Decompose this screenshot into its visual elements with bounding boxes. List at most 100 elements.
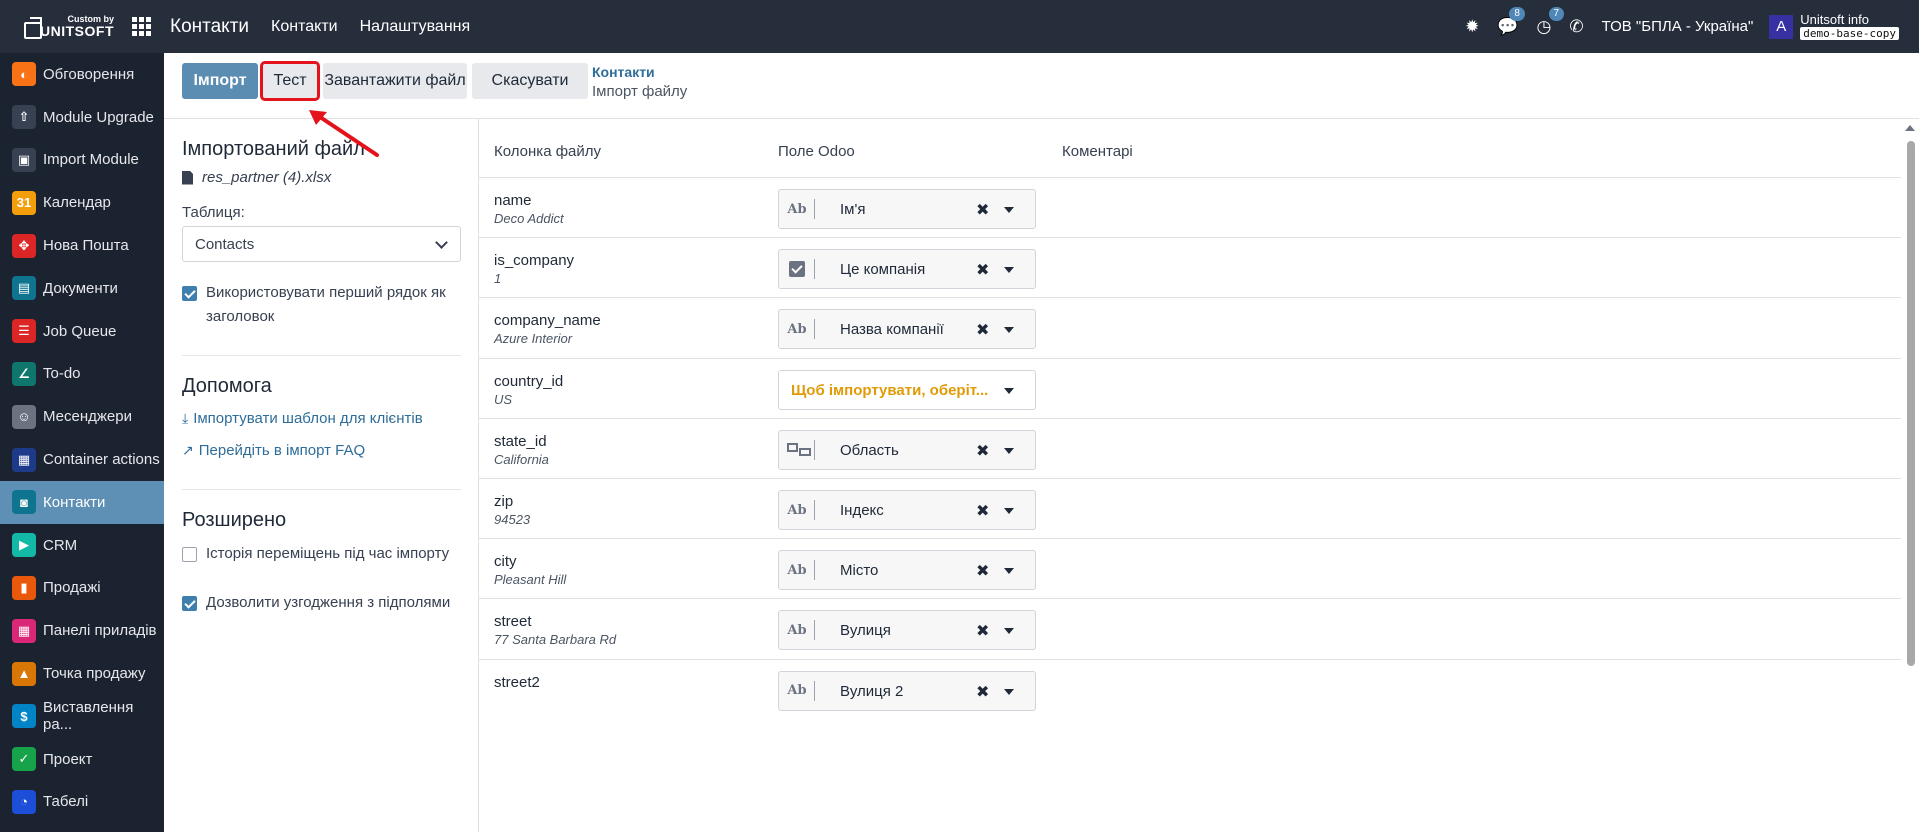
table-select[interactable]: Contacts (182, 226, 461, 262)
company-switcher[interactable]: ТОВ "БПЛА - Україна" (1602, 18, 1754, 35)
allow-matching-option[interactable]: Дозволити узгодження з підполями (182, 591, 462, 615)
sidebar-item-label: Панелі приладів (43, 622, 157, 640)
breadcrumb-current: Імпорт файлу (592, 83, 688, 100)
table-row: city Pleasant Hill Ab Місто ✖ (479, 538, 1901, 598)
todo-icon: ∠ (12, 361, 36, 386)
first-row-header-option[interactable]: Використовувати перший рядок як заголово… (182, 281, 462, 329)
scrollbar-thumb[interactable] (1907, 141, 1915, 666)
sidebar-item[interactable]: ◐ Обговорення (0, 53, 164, 96)
menu-contacts[interactable]: Контакти (271, 18, 338, 36)
import-faq-label: Перейдіть в імпорт FAQ (198, 442, 366, 459)
odoo-field-select[interactable]: Щоб імпортувати, оберіт... (778, 369, 1036, 410)
dropdown-caret-icon[interactable] (1004, 568, 1014, 575)
sidebar-item[interactable]: ✥ Нова Пошта (0, 224, 164, 267)
clear-icon[interactable]: ✖ (976, 260, 989, 280)
sidebar-item[interactable]: ☰ Job Queue (0, 310, 164, 353)
odoo-field-select[interactable]: Ab Ім'я ✖ (778, 189, 1036, 229)
field-value: Вулиця (840, 622, 891, 640)
dropdown-caret-icon[interactable] (1004, 508, 1014, 514)
sidebar-item[interactable]: ☺ Месенджери (0, 395, 164, 438)
table-row: street2 Ab Вулиця 2 ✖ (479, 658, 1901, 719)
activities-icon[interactable]: ◷ 7 (1537, 6, 1565, 37)
dropdown-caret-icon[interactable] (1004, 447, 1014, 454)
dropdown-caret-icon[interactable] (1004, 387, 1014, 394)
sidebar-item[interactable]: ▤ Документи (0, 267, 164, 310)
dropdown-caret-icon[interactable] (1004, 207, 1014, 213)
sidebar-item[interactable]: ▣ Import Module (0, 139, 164, 182)
project-icon: ✓ (12, 747, 36, 772)
user-menu[interactable]: Unitsoft info demo-base-copy (1800, 13, 1899, 41)
odoo-field-select[interactable]: Ab Індекс ✖ (778, 490, 1036, 530)
apps-grid-icon[interactable] (132, 16, 152, 37)
menu-settings[interactable]: Налаштування (360, 18, 471, 36)
messages-badge: 8 (1509, 6, 1525, 21)
sidebar-item[interactable]: ▶ CRM (0, 524, 164, 567)
sidebar-item[interactable]: ◔ Табелі (0, 781, 164, 824)
test-button[interactable]: Тест (260, 61, 320, 101)
phone-icon[interactable]: ✆ (1569, 17, 1583, 37)
sidebar-item[interactable]: ◙ Контакти (0, 480, 164, 524)
sidebar-item-label: Продажі (43, 579, 101, 597)
sidebar-item[interactable]: ▦ Панелі приладів (0, 609, 164, 652)
file-column-sample: Deco Addict (494, 211, 564, 226)
allow-matching-checkbox[interactable] (182, 596, 197, 611)
sidebar-item-label: Нова Пошта (43, 237, 129, 255)
file-name: res_partner (4).xlsx (202, 169, 332, 186)
job-queue-icon: ☰ (12, 319, 36, 344)
odoo-field-select[interactable]: Ab Вулиця ✖ (778, 610, 1036, 651)
avatar[interactable]: A (1769, 14, 1794, 39)
file-column-name: zip (494, 493, 514, 510)
clear-icon[interactable]: ✖ (976, 320, 989, 340)
clear-icon[interactable]: ✖ (976, 561, 989, 581)
track-history-checkbox[interactable] (182, 547, 197, 562)
messages-icon[interactable]: 💬 8 (1497, 6, 1525, 37)
sidebar-item[interactable]: $ Виставлення ра... (0, 695, 164, 738)
table-row: state_id California Область ✖ (479, 417, 1901, 478)
breadcrumb-parent[interactable]: Контакти (592, 63, 687, 82)
sidebar-item[interactable]: 31 Календар (0, 181, 164, 224)
import-template-link[interactable]: ⤓ Імпортувати шаблон для клієнтів (182, 410, 423, 427)
annotation-arrow (309, 110, 379, 157)
file-column-name: name (494, 192, 532, 209)
app-name[interactable]: Контакти (170, 16, 249, 38)
first-row-header-checkbox[interactable] (182, 286, 197, 301)
sidebar-item-label: Месенджери (43, 408, 132, 426)
sidebar-item[interactable]: ▮ Продажі (0, 567, 164, 610)
odoo-field-select[interactable]: Ab Назва компанії ✖ (778, 309, 1036, 350)
dropdown-caret-icon[interactable] (1004, 327, 1014, 334)
dropdown-caret-icon[interactable] (1004, 267, 1014, 274)
sidebar-item-label: Календар (43, 194, 111, 212)
sidebar-item[interactable]: ∠ To-do (0, 353, 164, 396)
brand-logo[interactable]: Custom by UNITSOFT (0, 0, 114, 53)
sidebar-item-label: Module Upgrade (43, 108, 154, 126)
clear-icon[interactable]: ✖ (976, 441, 989, 461)
sidebar-item[interactable]: ✓ Проект (0, 738, 164, 781)
cancel-button[interactable]: Скасувати (472, 63, 588, 99)
import-faq-link[interactable]: ↗ Перейдіть в імпорт FAQ (182, 442, 365, 459)
scroll-up-icon[interactable] (1905, 125, 1915, 131)
odoo-field-select[interactable]: Ab Місто ✖ (778, 550, 1036, 591)
upload-file-button[interactable]: Завантажити файл (323, 63, 467, 99)
track-history-option[interactable]: Історія переміщень під час імпорту (182, 542, 462, 566)
bug-icon[interactable]: ✹ (1465, 17, 1479, 37)
clear-icon[interactable]: ✖ (976, 682, 989, 702)
import-button[interactable]: Імпорт (182, 63, 258, 99)
external-link-icon: ↗ (182, 442, 194, 458)
odoo-field-select[interactable]: Ab Вулиця 2 ✖ (778, 670, 1036, 711)
import-module-icon: ▣ (12, 147, 36, 172)
sidebar-item[interactable]: ▦ Container actions (0, 438, 164, 481)
scrollbar[interactable] (1901, 119, 1919, 832)
sidebar-item[interactable]: ⇧ Module Upgrade (0, 96, 164, 139)
odoo-field-select[interactable]: Область ✖ (778, 429, 1036, 470)
clear-icon[interactable]: ✖ (976, 200, 989, 220)
clear-icon[interactable]: ✖ (976, 621, 989, 641)
contacts-icon: ◙ (12, 490, 36, 515)
divider (182, 489, 461, 490)
field-value: Місто (840, 562, 879, 580)
sidebar-item[interactable]: ▲ Точка продажу (0, 652, 164, 695)
dropdown-caret-icon[interactable] (1004, 688, 1014, 695)
odoo-field-select[interactable]: Це компанія ✖ (778, 249, 1036, 290)
dropdown-caret-icon[interactable] (1004, 628, 1014, 635)
clear-icon[interactable]: ✖ (976, 501, 989, 521)
divider (182, 355, 461, 356)
